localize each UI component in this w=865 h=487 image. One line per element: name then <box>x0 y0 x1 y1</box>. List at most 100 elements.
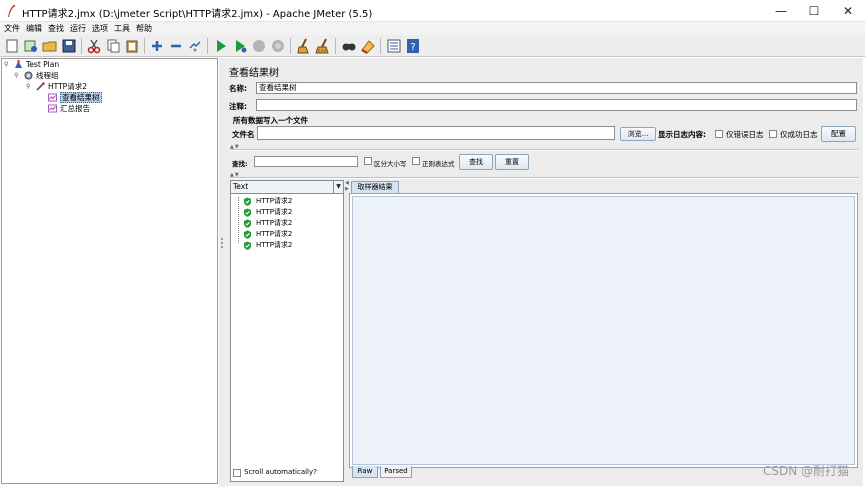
tab-sampler-result[interactable]: 取样器结果 <box>351 181 399 193</box>
browse-button[interactable]: 浏览... <box>620 127 656 141</box>
search-icon[interactable] <box>340 37 358 55</box>
menu-tools[interactable]: 工具 <box>114 23 130 34</box>
menu-bar: 文件 编辑 查找 运行 选项 工具 帮助 <box>0 22 865 35</box>
tree-label: HTTP请求2 <box>48 82 87 91</box>
renderer-value: Text <box>233 182 249 191</box>
success-shield-icon <box>244 208 251 217</box>
menu-edit[interactable]: 编辑 <box>26 23 42 34</box>
toolbar-separator <box>290 38 291 54</box>
new-icon[interactable] <box>3 37 21 55</box>
success-shield-icon <box>244 219 251 228</box>
results-list-panel: Text ▼ HTTP请求2 HTTP请求2 HTTP请求2 HTTP请求2 H… <box>230 180 344 482</box>
splitter-grip <box>221 238 223 240</box>
find-button[interactable]: 查找 <box>459 154 493 170</box>
result-label: HTTP请求2 <box>256 241 293 249</box>
cut-icon[interactable] <box>85 37 103 55</box>
close-button[interactable]: ✕ <box>831 0 865 22</box>
minimize-button[interactable]: — <box>764 0 798 22</box>
templates-icon[interactable] <box>22 37 40 55</box>
toolbar-separator <box>144 38 145 54</box>
toolbar-separator <box>380 38 381 54</box>
tab-raw[interactable]: Raw <box>352 466 378 478</box>
collapse-icon[interactable] <box>167 37 185 55</box>
clear-icon[interactable] <box>295 37 313 55</box>
start-no-pause-icon[interactable] <box>231 37 249 55</box>
menu-help[interactable]: 帮助 <box>136 23 152 34</box>
result-detail-panel: 取样器结果 Raw Parsed <box>349 180 858 482</box>
menu-options[interactable]: 选项 <box>92 23 108 34</box>
errors-only-checkbox[interactable] <box>715 130 723 138</box>
reset-search-icon[interactable] <box>359 37 377 55</box>
clear-all-icon[interactable] <box>314 37 332 55</box>
function-helper-icon[interactable] <box>385 37 403 55</box>
success-only-label: 仅成功日志 <box>780 130 818 139</box>
search-field[interactable] <box>254 156 358 167</box>
splitter-grip <box>221 242 223 244</box>
save-icon[interactable] <box>60 37 78 55</box>
regex-label: 正则表达式 <box>422 160 455 168</box>
success-shield-icon <box>244 197 251 206</box>
file-section-title: 所有数据写入一个文件 <box>233 116 308 125</box>
success-shield-icon <box>244 241 251 250</box>
reset-button[interactable]: 重置 <box>495 154 529 170</box>
case-sensitive-checkbox[interactable] <box>364 157 372 165</box>
start-icon[interactable] <box>212 37 230 55</box>
result-label: HTTP请求2 <box>256 208 293 216</box>
separator <box>230 149 858 151</box>
tree-label: Test Plan <box>26 60 60 69</box>
menu-file[interactable]: 文件 <box>4 23 20 34</box>
shutdown-icon[interactable] <box>269 37 287 55</box>
splitter-grip <box>221 246 223 248</box>
renderer-select[interactable]: Text ▼ <box>231 181 343 194</box>
panel-title: 查看结果树 <box>229 68 279 79</box>
watermark: CSDN @耐打猫 <box>762 464 849 478</box>
sampler-result-content <box>352 196 855 465</box>
comment-field[interactable] <box>256 99 857 111</box>
tree-label: 线程组 <box>36 71 59 80</box>
toolbar-separator <box>335 38 336 54</box>
scroll-automatically-label: Scroll automatically? <box>244 468 317 476</box>
menu-run[interactable]: 运行 <box>70 23 86 34</box>
maximize-button[interactable]: ☐ <box>797 0 831 22</box>
log-content-label: 显示日志内容: <box>658 130 706 139</box>
success-shield-icon <box>244 230 251 239</box>
result-label: HTTP请求2 <box>256 230 293 238</box>
copy-icon[interactable] <box>104 37 122 55</box>
sampler-result-body <box>349 193 858 468</box>
test-plan-icon <box>15 60 22 68</box>
toolbar-separator <box>207 38 208 54</box>
listener-chart-icon <box>48 93 57 102</box>
chevron-down-icon[interactable]: ▼ <box>333 181 343 193</box>
tree-toggle-icon[interactable]: ⚲ <box>26 81 30 92</box>
name-label: 名称: <box>229 84 247 93</box>
case-sensitive-label: 区分大小写 <box>374 160 407 168</box>
filename-label: 文件名 <box>232 130 255 139</box>
search-label: 查找: <box>232 160 248 168</box>
comment-label: 注释: <box>229 102 247 111</box>
scroll-automatically-checkbox[interactable] <box>233 469 241 477</box>
toolbar: ? <box>0 35 865 57</box>
result-label: HTTP请求2 <box>256 197 293 205</box>
listener-chart-icon <box>48 104 57 113</box>
svg-text:?: ? <box>410 42 415 53</box>
tree-label: 汇总报告 <box>60 104 90 113</box>
open-icon[interactable] <box>41 37 59 55</box>
success-only-checkbox[interactable] <box>769 130 777 138</box>
tab-parsed[interactable]: Parsed <box>380 466 412 478</box>
configure-button[interactable]: 配置 <box>821 126 856 142</box>
toggle-icon[interactable] <box>186 37 204 55</box>
paste-icon[interactable] <box>123 37 141 55</box>
title-bar: HTTP请求2.jmx (D:\jmeter Script\HTTP请求2.jm… <box>0 0 865 22</box>
help-icon[interactable]: ? <box>404 37 422 55</box>
regex-checkbox[interactable] <box>412 157 420 165</box>
tree-label-selected: 查看结果树 <box>60 92 102 103</box>
expand-icon[interactable] <box>148 37 166 55</box>
stop-icon[interactable] <box>250 37 268 55</box>
tree-toggle-icon[interactable]: ⚲ <box>4 59 8 70</box>
tree-toggle-icon[interactable]: ⚲ <box>14 70 18 81</box>
view-results-tree-panel: 查看结果树 名称: 查看结果树 注释: 所有数据写入一个文件 文件名 浏览...… <box>225 58 863 486</box>
menu-search[interactable]: 查找 <box>48 23 64 34</box>
filename-field[interactable] <box>257 126 615 140</box>
result-label: HTTP请求2 <box>256 219 293 227</box>
name-field[interactable]: 查看结果树 <box>256 82 857 94</box>
